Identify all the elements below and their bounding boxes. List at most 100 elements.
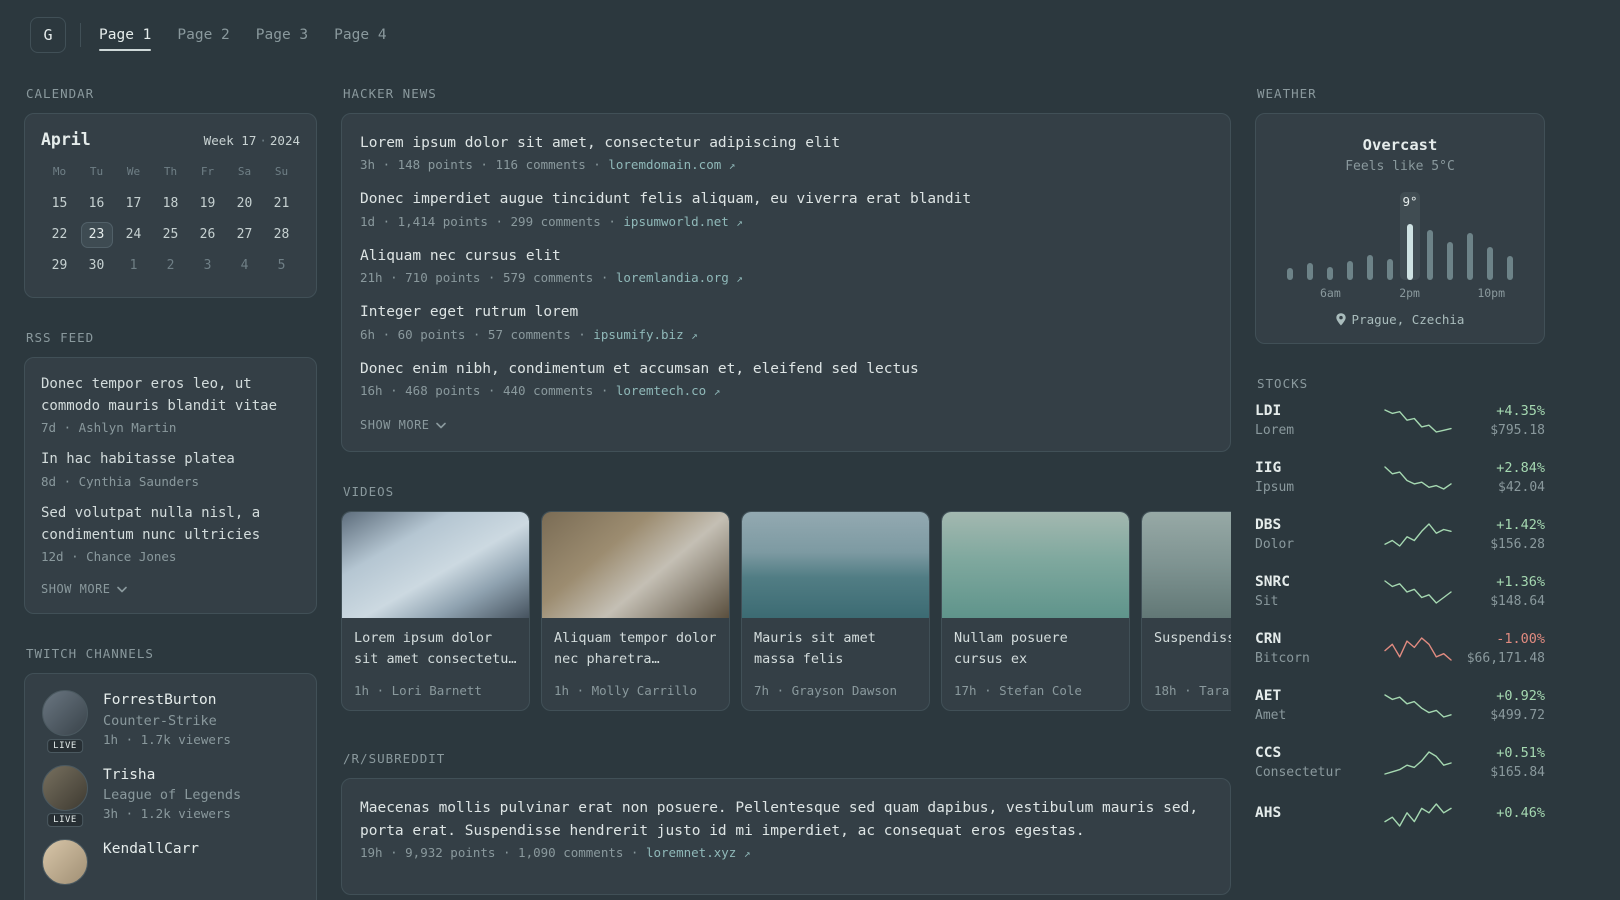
- stock-row[interactable]: SNRC Sit +1.36% $148.64: [1255, 574, 1545, 609]
- video-title[interactable]: Aliquam tempor dolor nec pharetra…: [554, 628, 717, 670]
- hn-item-title[interactable]: Donec enim nibh, condimentum et accumsan…: [360, 358, 1212, 380]
- calendar-day: 15: [51, 196, 68, 211]
- hn-item-title[interactable]: Aliquam nec cursus elit: [360, 245, 1212, 267]
- weather-bar: [1387, 259, 1393, 280]
- avatar[interactable]: [42, 839, 88, 886]
- external-link-icon: ↗: [736, 215, 743, 229]
- app-logo[interactable]: G: [30, 17, 66, 53]
- subreddit-domain-link[interactable]: loremnet.xyz: [646, 845, 736, 860]
- calendar-day-next-month: 3: [203, 258, 212, 273]
- hn-domain-link[interactable]: ipsumify.biz: [593, 327, 683, 342]
- weather-bar: [1427, 230, 1433, 280]
- hn-domain-link[interactable]: loremdomain.com: [608, 157, 721, 172]
- live-badge: LIVE: [47, 738, 83, 753]
- weather-widget: WEATHER Overcast Feels like 5°C 9° 6am 2…: [1255, 86, 1545, 344]
- weather-bar-slot: [1340, 192, 1360, 280]
- external-link-icon: ↗: [691, 328, 698, 342]
- avatar[interactable]: [42, 690, 88, 737]
- stock-values: +2.84% $42.04: [1453, 460, 1545, 495]
- videos-row: Lorem ipsum dolor sit amet consectetu… 1…: [341, 511, 1231, 712]
- channel-info: KendallCarr: [103, 839, 199, 885]
- twitch-widget: TWITCH CHANNELS LIVE ForrestBurton Count…: [24, 646, 317, 900]
- tab-page-1[interactable]: Page 1: [99, 17, 152, 53]
- video-title[interactable]: Suspendisse diam: [1154, 628, 1231, 649]
- video-title[interactable]: Lorem ipsum dolor sit amet consectetu…: [354, 628, 517, 670]
- stock-name: Amet: [1255, 708, 1287, 723]
- hn-show-more-button[interactable]: SHOW MORE: [360, 418, 446, 432]
- weather-bar: [1487, 247, 1493, 280]
- video-thumbnail[interactable]: [942, 512, 1129, 619]
- tab-page-3[interactable]: Page 3: [256, 17, 308, 53]
- channel-name[interactable]: KendallCarr: [103, 839, 199, 859]
- weather-bar-slot: [1300, 192, 1320, 280]
- calendar-day: 21: [273, 196, 290, 211]
- avatar-wrap: LIVE: [41, 764, 89, 828]
- video-card[interactable]: Mauris sit amet massa felis 7h · Grayson…: [741, 511, 930, 712]
- video-thumbnail[interactable]: [542, 512, 729, 619]
- calendar-widget-title: CALENDAR: [26, 86, 95, 101]
- tab-page-4[interactable]: Page 4: [334, 17, 386, 53]
- subreddit-post-title[interactable]: Maecenas mollis pulvinar erat non posuer…: [360, 797, 1212, 842]
- video-thumbnail[interactable]: [1142, 512, 1231, 619]
- stock-sparkline: [1384, 693, 1452, 718]
- stock-id: IIG Ipsum: [1255, 460, 1383, 495]
- stock-row[interactable]: CCS Consectetur +0.51% $165.84: [1255, 745, 1545, 780]
- calendar-week-year: Week 17 · 2024: [204, 133, 300, 148]
- rss-item-meta: 7d · Ashlyn Martin: [41, 420, 177, 436]
- rss-item-title[interactable]: Sed volutpat nulla nisl, a condimentum n…: [41, 503, 300, 546]
- subreddit-post: Maecenas mollis pulvinar erat non posuer…: [360, 797, 1212, 860]
- channel-name[interactable]: Trisha: [103, 765, 241, 785]
- tab-page-2[interactable]: Page 2: [177, 17, 229, 53]
- weather-bar: [1327, 267, 1333, 280]
- video-card[interactable]: Lorem ipsum dolor sit amet consectetu… 1…: [341, 511, 530, 712]
- video-thumbnail[interactable]: [342, 512, 529, 619]
- stock-row[interactable]: CRN Bitcorn -1.00% $66,171.48: [1255, 631, 1545, 666]
- hn-item-meta: 16h · 468 points · 440 comments · loremt…: [360, 383, 1212, 398]
- stock-price: $42.04: [1498, 480, 1545, 495]
- chevron-down-icon: [435, 422, 446, 429]
- stock-sparkline: [1384, 522, 1452, 547]
- stock-row[interactable]: IIG Ipsum +2.84% $42.04: [1255, 460, 1545, 495]
- weather-bar-slot: [1500, 192, 1520, 280]
- calendar-day: 19: [199, 196, 216, 211]
- video-meta: 1h · Lori Barnett: [354, 683, 482, 699]
- calendar-day: 22: [51, 227, 68, 242]
- hn-item-meta: 21h · 710 points · 579 comments · loreml…: [360, 270, 1212, 285]
- stock-sparkline: [1384, 465, 1452, 490]
- video-thumbnail[interactable]: [742, 512, 929, 619]
- stock-row[interactable]: AET Amet +0.92% $499.72: [1255, 688, 1545, 723]
- video-card[interactable]: Nullam posuere cursus ex 17h · Stefan Co…: [941, 511, 1130, 712]
- twitch-channel: LIVE ForrestBurton Counter-Strike 1h · 1…: [41, 690, 300, 753]
- hn-domain-link[interactable]: ipsumworld.net: [623, 214, 728, 229]
- video-title[interactable]: Mauris sit amet massa felis: [754, 628, 917, 670]
- stock-row[interactable]: AHS +0.46%: [1255, 802, 1545, 828]
- hn-domain-link[interactable]: loremtech.co: [616, 383, 706, 398]
- dashboard: CALENDAR April Week 17 · 2024 Mo Tu We Th …: [0, 70, 1620, 900]
- hn-item-title[interactable]: Integer eget rutrum lorem: [360, 301, 1212, 323]
- weather-bar-slot: [1380, 192, 1400, 280]
- hn-item-meta: 1d · 1,414 points · 299 comments · ipsum…: [360, 214, 1212, 229]
- rss-item-title[interactable]: In hac habitasse platea: [41, 449, 300, 471]
- stock-change: -1.00%: [1496, 631, 1545, 647]
- hn-item: Donec enim nibh, condimentum et accumsan…: [360, 358, 1212, 398]
- calendar-day: 27: [236, 227, 253, 242]
- chevron-down-icon: [116, 586, 127, 593]
- stock-row[interactable]: DBS Dolor +1.42% $156.28: [1255, 517, 1545, 552]
- stock-change: +4.35%: [1496, 403, 1545, 419]
- channel-name[interactable]: ForrestBurton: [103, 690, 231, 710]
- rss-item-title[interactable]: Donec tempor eros leo, ut commodo mauris…: [41, 374, 300, 417]
- video-card[interactable]: Suspendisse diam 18h · Tara: [1141, 511, 1231, 712]
- calendar-day: 24: [125, 227, 142, 242]
- calendar-year: 2024: [269, 133, 300, 148]
- hn-item-title[interactable]: Lorem ipsum dolor sit amet, consectetur …: [360, 132, 1212, 154]
- stock-values: -1.00% $66,171.48: [1453, 631, 1545, 666]
- calendar-month: April: [41, 130, 91, 149]
- rss-show-more-button[interactable]: SHOW MORE: [41, 582, 127, 596]
- hn-domain-link[interactable]: loremlandia.org: [616, 270, 729, 285]
- hn-item-title[interactable]: Donec imperdiet augue tincidunt felis al…: [360, 188, 1212, 210]
- video-title[interactable]: Nullam posuere cursus ex: [954, 628, 1117, 670]
- avatar[interactable]: [42, 764, 88, 811]
- stock-row[interactable]: LDI Lorem +4.35% $795.18: [1255, 403, 1545, 438]
- video-card[interactable]: Aliquam tempor dolor nec pharetra… 1h · …: [541, 511, 730, 712]
- external-link-icon: ↗: [713, 385, 721, 399]
